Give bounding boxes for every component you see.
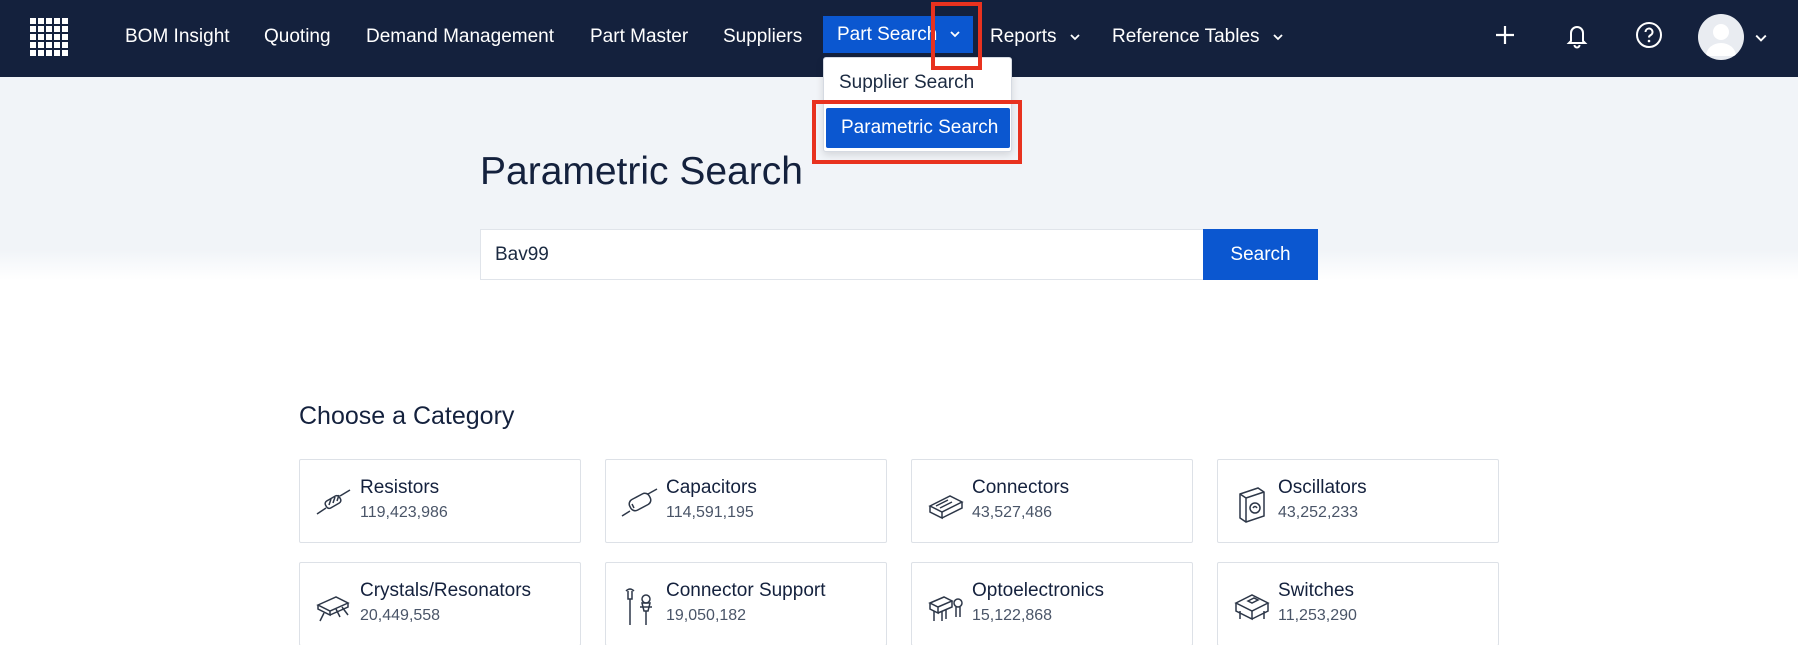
category-card-capacitors[interactable]: Capacitors 114,591,195 (605, 459, 887, 543)
category-count: 114,591,195 (666, 504, 754, 521)
search-button[interactable]: Search (1203, 229, 1318, 280)
chevron-down-icon (950, 29, 960, 39)
category-card-resistors[interactable]: Resistors 119,423,986 (299, 459, 581, 543)
connector-support-icon (620, 587, 660, 627)
category-card-connector-support[interactable]: Connector Support 19,050,182 (605, 562, 887, 645)
help-icon[interactable] (1634, 20, 1664, 50)
category-card-optoelectronics[interactable]: Optoelectronics 15,122,868 (911, 562, 1193, 645)
category-name: Switches (1278, 580, 1355, 601)
category-name: Connector Support (666, 580, 826, 601)
nav-part-search[interactable]: Part Search (823, 16, 939, 53)
capacitor-icon (620, 484, 660, 524)
page-title: Parametric Search (480, 150, 803, 193)
category-card-switches[interactable]: Switches 11,253,290 (1217, 562, 1499, 645)
nav-part-master[interactable]: Part Master (590, 0, 688, 77)
category-name: Capacitors (666, 477, 757, 498)
category-count: 119,423,986 (360, 504, 448, 521)
app-grid-logo-icon[interactable] (27, 15, 72, 60)
chevron-down-icon (1070, 32, 1080, 42)
category-count: 43,527,486 (972, 504, 1053, 521)
nav-demand-management[interactable]: Demand Management (366, 0, 554, 77)
category-count: 19,050,182 (666, 607, 747, 624)
category-card-connectors[interactable]: Connectors 43,527,486 (911, 459, 1193, 543)
category-heading: Choose a Category (299, 402, 515, 430)
plus-icon[interactable] (1490, 20, 1520, 50)
avatar-chevron-down-icon[interactable] (1755, 31, 1767, 49)
part-search-dropdown-menu: Supplier Search Parametric Search (823, 57, 1012, 152)
category-count: 43,252,233 (1278, 504, 1359, 521)
menu-item-supplier-search[interactable]: Supplier Search (824, 63, 1013, 103)
part-search-dropdown-toggle[interactable] (937, 16, 973, 53)
oscillator-icon (1232, 484, 1272, 524)
search-input[interactable] (480, 229, 1204, 280)
nav-bom-insight[interactable]: BOM Insight (125, 0, 230, 77)
category-name: Connectors (972, 477, 1070, 498)
optoelectronics-icon (926, 587, 966, 627)
chevron-down-icon (1273, 32, 1283, 42)
nav-reports-label: Reports (990, 26, 1057, 47)
category-name: Optoelectronics (972, 580, 1105, 601)
category-name: Oscillators (1278, 477, 1367, 498)
category-count: 20,449,558 (360, 607, 441, 624)
nav-suppliers[interactable]: Suppliers (723, 0, 802, 77)
bell-icon[interactable] (1562, 20, 1592, 50)
category-count: 11,253,290 (1278, 607, 1357, 624)
nav-quoting[interactable]: Quoting (264, 0, 331, 77)
nav-reference-tables-label: Reference Tables (1112, 26, 1260, 47)
switch-icon (1232, 587, 1272, 627)
avatar[interactable] (1698, 14, 1744, 60)
category-name: Crystals/Resonators (360, 580, 532, 601)
nav-reference-tables[interactable]: Reference Tables (1112, 0, 1283, 77)
category-count: 15,122,868 (972, 607, 1053, 624)
category-name: Resistors (360, 477, 440, 498)
connector-icon (926, 484, 966, 524)
crystal-icon (314, 587, 354, 627)
category-card-crystals-resonators[interactable]: Crystals/Resonators 20,449,558 (299, 562, 581, 645)
resistor-icon (314, 484, 354, 524)
category-card-oscillators[interactable]: Oscillators 43,252,233 (1217, 459, 1499, 543)
menu-item-parametric-search[interactable]: Parametric Search (826, 108, 1010, 148)
